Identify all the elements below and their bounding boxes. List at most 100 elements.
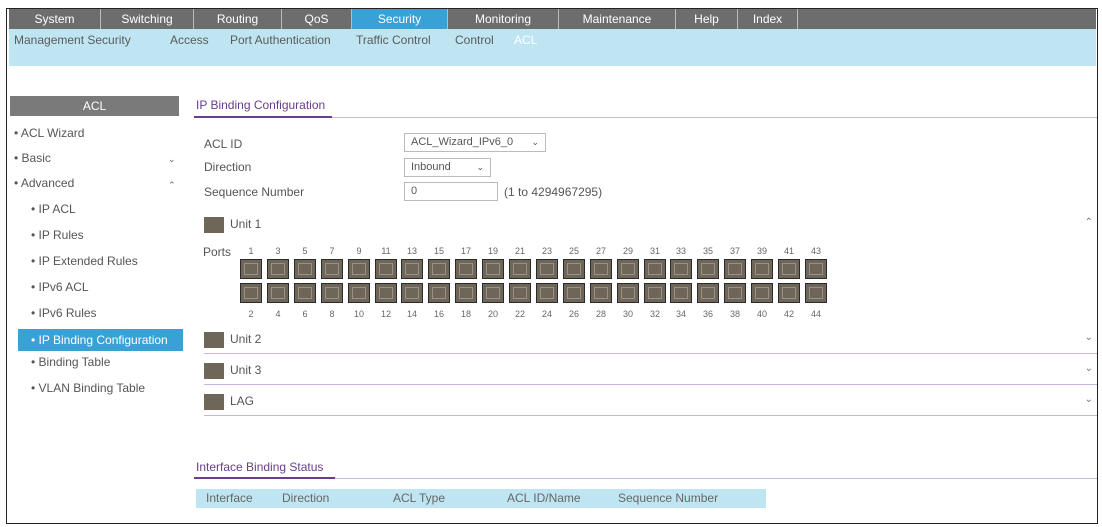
sidebar-item-acl-wizard[interactable]: • ACL Wizard [14,126,84,140]
subnav-acl[interactable]: ACL [514,33,537,47]
subnav-access[interactable]: Access [170,33,209,47]
port-17[interactable] [455,259,477,279]
port-39[interactable] [751,259,773,279]
port-15[interactable] [428,259,450,279]
chevron-down-icon[interactable]: ⌄ [1085,394,1093,405]
port-number-14: 14 [406,309,417,319]
port-3[interactable] [267,259,289,279]
port-20[interactable] [482,283,504,303]
port-11[interactable] [375,259,397,279]
port-7[interactable] [321,259,343,279]
port-24[interactable] [536,283,558,303]
sidebar-item-advanced[interactable]: • Advanced [14,176,74,190]
sidebar-item-basic[interactable]: • Basic [14,151,51,165]
port-26[interactable] [563,283,585,303]
unit-divider [204,384,1097,385]
sidebar-item-binding-table[interactable]: • Binding Table [31,355,110,369]
port-8[interactable] [321,283,343,303]
port-10[interactable] [348,283,370,303]
tab-switching[interactable]: Switching [101,9,194,29]
column-direction[interactable]: Direction [282,491,329,505]
port-1[interactable] [240,259,262,279]
column-interface[interactable]: Interface [206,491,253,505]
sidebar-item-ipv6-rules[interactable]: • IPv6 Rules [31,306,97,320]
tab-routing[interactable]: Routing [194,9,282,29]
tab-system[interactable]: System [9,9,101,29]
port-35[interactable] [697,259,719,279]
port-number-2: 2 [248,309,254,319]
chevron-down-icon[interactable]: ⌄ [1085,363,1093,374]
port-36[interactable] [697,283,719,303]
sidebar-item-ipv6-acl[interactable]: • IPv6 ACL [31,280,89,294]
subnav-port-authentication[interactable]: Port Authentication [230,33,331,47]
port-number-25: 25 [568,246,579,256]
sidebar-item-ip-binding-configuration[interactable]: • IP Binding Configuration [18,329,183,351]
column-sequence-number[interactable]: Sequence Number [618,491,718,505]
port-16[interactable] [428,283,450,303]
port-31[interactable] [644,259,666,279]
column-acl-type[interactable]: ACL Type [393,491,445,505]
acl-id-label: ACL ID [204,137,243,151]
port-9[interactable] [348,259,370,279]
chevron-down-icon[interactable]: ⌄ [1085,332,1093,343]
port-number-24: 24 [541,309,552,319]
port-12[interactable] [375,283,397,303]
port-number-15: 15 [433,246,444,256]
port-14[interactable] [401,283,423,303]
port-23[interactable] [536,259,558,279]
port-37[interactable] [724,259,746,279]
subnav-control[interactable]: Control [455,33,494,47]
sidebar-item-ip-rules[interactable]: • IP Rules [31,228,84,242]
port-38[interactable] [724,283,746,303]
subnav-traffic-control[interactable]: Traffic Control [356,33,431,47]
sidebar-item-ip-extended-rules[interactable]: • IP Extended Rules [31,254,138,268]
chevron-up-icon[interactable]: ⌃ [1085,217,1093,228]
port-34[interactable] [670,283,692,303]
port-29[interactable] [617,259,639,279]
lag-header[interactable]: LAG ⌄ [204,392,1097,416]
port-5[interactable] [294,259,316,279]
section-title-interface-binding-status: Interface Binding Status [196,460,324,474]
port-number-12: 12 [380,309,391,319]
tab-index[interactable]: Index [738,9,798,29]
tab-help[interactable]: Help [676,9,738,29]
port-22[interactable] [509,283,531,303]
port-21[interactable] [509,259,531,279]
unit-1-header[interactable]: Unit 1 ⌃ [204,215,1097,235]
port-18[interactable] [455,283,477,303]
chevron-up-icon[interactable]: ⌃ [168,180,176,191]
unit-2-header[interactable]: Unit 2 ⌄ [204,330,1097,354]
acl-id-select[interactable]: ACL_Wizard_IPv6_0 ⌄ [404,133,546,152]
column-acl-id-name[interactable]: ACL ID/Name [507,491,581,505]
port-41[interactable] [778,259,800,279]
subnav-management-security[interactable]: Management Security [14,33,131,47]
sequence-number-input[interactable]: 0 [404,182,498,201]
port-27[interactable] [590,259,612,279]
port-44[interactable] [805,283,827,303]
tab-maintenance[interactable]: Maintenance [559,9,676,29]
tab-monitoring[interactable]: Monitoring [448,9,559,29]
port-33[interactable] [670,259,692,279]
port-25[interactable] [563,259,585,279]
chevron-down-icon[interactable]: ⌄ [168,154,176,165]
port-13[interactable] [401,259,423,279]
tab-security[interactable]: Security [352,9,448,29]
tab-qos[interactable]: QoS [282,9,352,29]
sidebar-item-vlan-binding-table[interactable]: • VLAN Binding Table [31,381,145,395]
sidebar-item-ip-acl[interactable]: • IP ACL [31,202,76,216]
port-number-26: 26 [568,309,579,319]
port-43[interactable] [805,259,827,279]
port-40[interactable] [751,283,773,303]
port-2[interactable] [240,283,262,303]
port-42[interactable] [778,283,800,303]
port-19[interactable] [482,259,504,279]
port-28[interactable] [590,283,612,303]
sequence-number-hint: (1 to 4294967295) [504,185,603,199]
port-30[interactable] [617,283,639,303]
direction-select[interactable]: Inbound ⌄ [404,158,491,177]
port-32[interactable] [644,283,666,303]
port-4[interactable] [267,283,289,303]
port-6[interactable] [294,283,316,303]
section-title-underline [194,477,335,479]
unit-3-header[interactable]: Unit 3 ⌄ [204,361,1097,385]
